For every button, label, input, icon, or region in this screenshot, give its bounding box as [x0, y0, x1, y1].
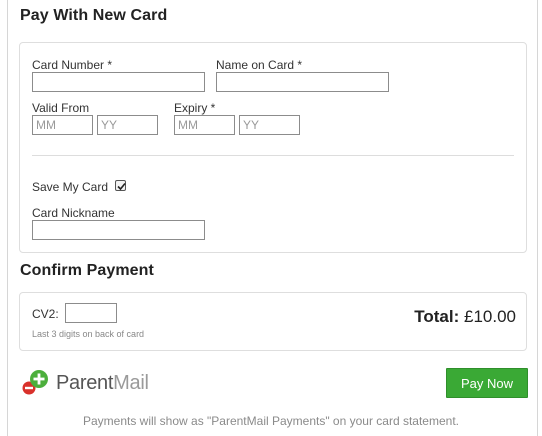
name-on-card-label: Name on Card *	[216, 58, 303, 72]
section-divider	[32, 155, 514, 156]
confirm-payment-title: Confirm Payment	[20, 262, 154, 279]
wordmark-part-2: Mail	[113, 372, 149, 394]
card-number-label: Card Number *	[32, 58, 113, 72]
save-card-label: Save My Card	[32, 180, 109, 194]
new-card-panel: Card Number * Name on Card * Valid From …	[19, 42, 527, 253]
card-nickname-label: Card Nickname	[32, 206, 115, 220]
new-card-title: Pay With New Card	[20, 7, 168, 24]
cv2-input[interactable]	[65, 303, 117, 323]
expiry-label: Expiry *	[174, 101, 216, 115]
total-amount: Total: £10.00	[414, 307, 516, 327]
cv2-hint: Last 3 digits on back of card	[32, 329, 145, 339]
total-label: Total:	[414, 307, 460, 326]
card-nickname-input[interactable]	[32, 220, 205, 240]
cv2-label: CV2:	[32, 307, 59, 321]
pay-now-button[interactable]: Pay Now	[446, 368, 528, 398]
wordmark-part-1: Parent	[56, 372, 114, 394]
valid-from-label: Valid From	[32, 101, 90, 115]
total-value: £10.00	[464, 307, 516, 326]
statement-note: Payments will show as "ParentMail Paymen…	[82, 414, 459, 428]
expiry-year-input[interactable]	[239, 115, 300, 135]
parentmail-logo-icon	[22, 370, 48, 395]
expiry-month-input[interactable]	[174, 115, 235, 135]
confirm-panel: CV2: Last 3 digits on back of card Total…	[19, 292, 527, 351]
save-card-checkbox[interactable]	[115, 180, 126, 191]
parentmail-wordmark: ParentMail	[56, 372, 149, 395]
valid-from-month-input[interactable]	[32, 115, 93, 135]
name-on-card-input[interactable]	[216, 72, 389, 92]
valid-from-year-input[interactable]	[97, 115, 158, 135]
card-number-input[interactable]	[32, 72, 205, 92]
checkmark-icon	[117, 182, 126, 191]
